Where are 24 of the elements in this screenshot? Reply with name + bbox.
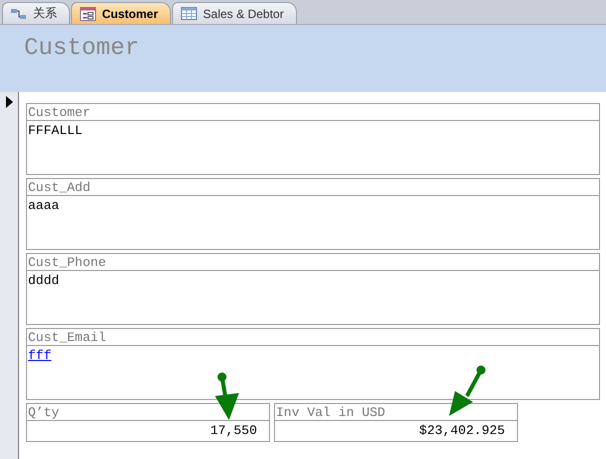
field-label: Cust_Email	[26, 328, 600, 346]
table-icon	[181, 7, 198, 20]
text-field[interactable]: FFFALLL	[26, 121, 600, 175]
field-label: Inv Val in USD	[274, 403, 518, 421]
field-label: Cust_Phone	[26, 253, 600, 271]
field-value: FFFALLL	[28, 123, 83, 138]
current-record-icon	[6, 96, 12, 108]
field-label: Customer	[26, 103, 600, 121]
text-field[interactable]: aaaa	[26, 196, 600, 250]
document-tab[interactable]: 关系	[2, 2, 70, 24]
document-tab[interactable]: Sales & Debtor	[172, 2, 297, 24]
field-value: aaaa	[28, 198, 60, 213]
field-label: Q’ty	[26, 403, 270, 421]
total-field[interactable]: 17,550	[26, 421, 270, 442]
record-selector[interactable]	[0, 92, 19, 459]
text-field[interactable]: dddd	[26, 271, 600, 325]
total-field[interactable]: $23,402.925	[274, 421, 518, 442]
relationships-icon	[11, 8, 27, 20]
email-link[interactable]: fff	[28, 348, 52, 363]
form-title: Customer	[24, 35, 140, 62]
field-label: Cust_Add	[26, 178, 600, 196]
field-value: dddd	[28, 273, 60, 288]
document-tab[interactable]: Customer	[71, 2, 172, 24]
form-icon	[80, 6, 96, 20]
